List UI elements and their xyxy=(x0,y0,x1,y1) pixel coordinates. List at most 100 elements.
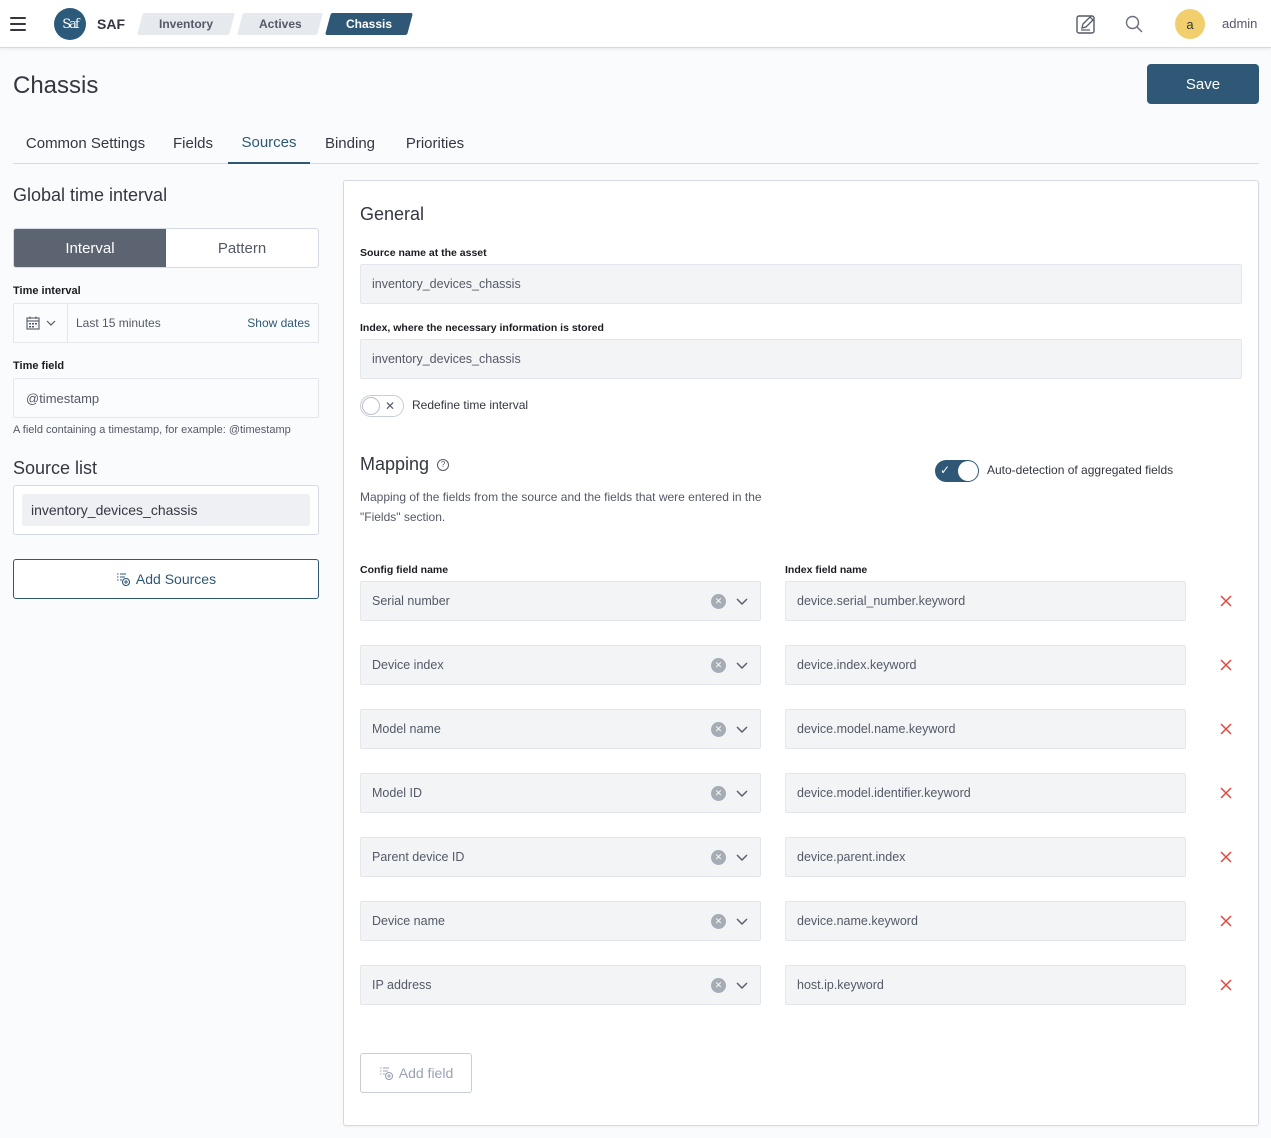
config-field-value: IP address xyxy=(372,978,432,992)
mapping-description: Mapping of the fields from the source an… xyxy=(360,490,762,524)
interval-mode-toggle: Interval Pattern xyxy=(13,228,319,268)
menu-icon[interactable] xyxy=(10,12,32,36)
add-list-icon xyxy=(116,573,130,586)
index-field-input[interactable]: device.model.identifier.keyword xyxy=(785,773,1186,813)
index-field-input[interactable]: host.ip.keyword xyxy=(785,965,1186,1005)
source-name-label: Source name at the asset xyxy=(360,247,487,259)
delete-row-icon[interactable] xyxy=(1218,913,1234,929)
tab-fields[interactable]: Fields xyxy=(158,122,228,164)
index-field-input[interactable]: device.serial_number.keyword xyxy=(785,581,1186,621)
index-field-input[interactable]: device.parent.index xyxy=(785,837,1186,877)
mapping-row: Model ID ✕ device.model.identifier.keyword xyxy=(360,773,1242,813)
config-field-value: Serial number xyxy=(372,594,450,608)
config-field-select[interactable]: Serial number ✕ xyxy=(360,581,761,621)
delete-row-icon[interactable] xyxy=(1218,593,1234,609)
save-button[interactable]: Save xyxy=(1147,64,1259,104)
breadcrumb-inventory[interactable]: Inventory xyxy=(137,13,235,35)
config-field-select[interactable]: Device index ✕ xyxy=(360,645,761,685)
chevron-down-icon[interactable] xyxy=(735,593,749,609)
show-dates-link[interactable]: Show dates xyxy=(247,316,310,330)
time-interval-picker: Last 15 minutes Show dates xyxy=(13,303,319,343)
tab-bar: Common Settings Fields Sources Binding P… xyxy=(13,122,1259,164)
config-field-value: Device name xyxy=(372,914,445,928)
config-field-value: Model ID xyxy=(372,786,423,800)
add-sources-button[interactable]: Add Sources xyxy=(13,559,319,599)
delete-row-icon[interactable] xyxy=(1218,785,1234,801)
config-field-value: Model name xyxy=(372,722,441,736)
index-label: Index, where the necessary information i… xyxy=(360,322,604,334)
time-field-help: A field containing a timestamp, for exam… xyxy=(13,424,291,436)
index-field-input[interactable]: device.index.keyword xyxy=(785,645,1186,685)
help-icon[interactable]: ? xyxy=(437,458,450,471)
general-section-title: General xyxy=(360,204,425,224)
time-field-input[interactable]: @timestamp xyxy=(13,378,319,418)
add-sources-label: Add Sources xyxy=(135,571,217,587)
auto-detection-switch[interactable]: ✓ xyxy=(935,460,979,482)
app-logo[interactable]: Saf xyxy=(54,8,86,40)
global-time-interval-title: Global time interval xyxy=(13,185,168,205)
add-field-button[interactable]: Add field xyxy=(360,1053,472,1093)
mapping-title-text: Mapping xyxy=(360,454,430,474)
calendar-dropdown-button[interactable] xyxy=(14,304,68,342)
index-field-input[interactable]: device.model.name.keyword xyxy=(785,709,1186,749)
delete-row-icon[interactable] xyxy=(1218,721,1234,737)
chevron-down-icon[interactable] xyxy=(735,785,749,801)
clear-icon[interactable]: ✕ xyxy=(711,594,726,609)
chevron-down-icon[interactable] xyxy=(735,913,749,929)
config-field-select[interactable]: IP address ✕ xyxy=(360,965,761,1005)
delete-row-icon[interactable] xyxy=(1218,849,1234,865)
tab-sources[interactable]: Sources xyxy=(228,122,310,164)
clear-icon[interactable]: ✕ xyxy=(711,914,726,929)
source-list: inventory_devices_chassis xyxy=(13,485,319,535)
clear-icon[interactable]: ✕ xyxy=(711,658,726,673)
search-icon[interactable] xyxy=(1123,13,1145,35)
page-title: Chassis xyxy=(13,72,99,99)
mapping-section-title: Mapping ? xyxy=(360,454,450,475)
config-field-select[interactable]: Model name ✕ xyxy=(360,709,761,749)
tab-binding[interactable]: Binding xyxy=(310,122,390,164)
mapping-row: IP address ✕ host.ip.keyword xyxy=(360,965,1242,1005)
interval-segment[interactable]: Interval xyxy=(14,229,166,267)
chevron-down-icon[interactable] xyxy=(735,657,749,673)
username[interactable]: admin xyxy=(1222,16,1257,31)
config-field-select[interactable]: Model ID ✕ xyxy=(360,773,761,813)
chevron-down-icon[interactable] xyxy=(735,721,749,737)
delete-row-icon[interactable] xyxy=(1218,657,1234,673)
chevron-down-icon xyxy=(46,320,55,326)
chevron-down-icon[interactable] xyxy=(735,849,749,865)
mapping-row: Serial number ✕ device.serial_number.keywo… xyxy=(360,581,1242,621)
breadcrumb-actives[interactable]: Actives xyxy=(237,13,323,35)
clear-icon[interactable]: ✕ xyxy=(711,722,726,737)
add-list-icon xyxy=(379,1067,393,1080)
calendar-icon xyxy=(25,316,40,330)
source-settings-card: General Source name at the asset invento… xyxy=(343,180,1259,1126)
time-interval-label: Time interval xyxy=(13,285,81,297)
source-list-title: Source list xyxy=(13,458,98,478)
clear-icon[interactable]: ✕ xyxy=(711,786,726,801)
add-field-label: Add field xyxy=(398,1065,454,1081)
index-field[interactable]: inventory_devices_chassis xyxy=(360,339,1242,379)
pattern-segment[interactable]: Pattern xyxy=(166,229,318,267)
clear-icon[interactable]: ✕ xyxy=(711,850,726,865)
breadcrumb-chassis[interactable]: Chassis xyxy=(325,13,413,35)
check-icon: ✓ xyxy=(940,463,951,477)
mapping-row: Device index ✕ device.index.keyword xyxy=(360,645,1242,685)
source-name-field[interactable]: inventory_devices_chassis xyxy=(360,264,1242,304)
tab-priorities[interactable]: Priorities xyxy=(390,122,480,164)
delete-row-icon[interactable] xyxy=(1218,977,1234,993)
index-field-name-header: Index field name xyxy=(785,564,868,576)
config-field-select[interactable]: Device name ✕ xyxy=(360,901,761,941)
time-field-label: Time field xyxy=(13,360,65,372)
config-field-select[interactable]: Parent device ID ✕ xyxy=(360,837,761,877)
tab-common-settings[interactable]: Common Settings xyxy=(13,122,158,164)
chevron-down-icon[interactable] xyxy=(735,977,749,993)
clear-icon[interactable]: ✕ xyxy=(711,978,726,993)
app-name: SAF xyxy=(97,16,125,32)
source-list-item[interactable]: inventory_devices_chassis xyxy=(22,494,310,526)
close-icon: ✕ xyxy=(385,399,396,413)
index-field-input[interactable]: device.name.keyword xyxy=(785,901,1186,941)
edit-icon[interactable] xyxy=(1075,13,1097,35)
avatar[interactable]: a xyxy=(1175,9,1205,39)
switch-knob xyxy=(362,397,380,415)
redefine-time-interval-switch[interactable]: ✕ xyxy=(360,395,404,417)
